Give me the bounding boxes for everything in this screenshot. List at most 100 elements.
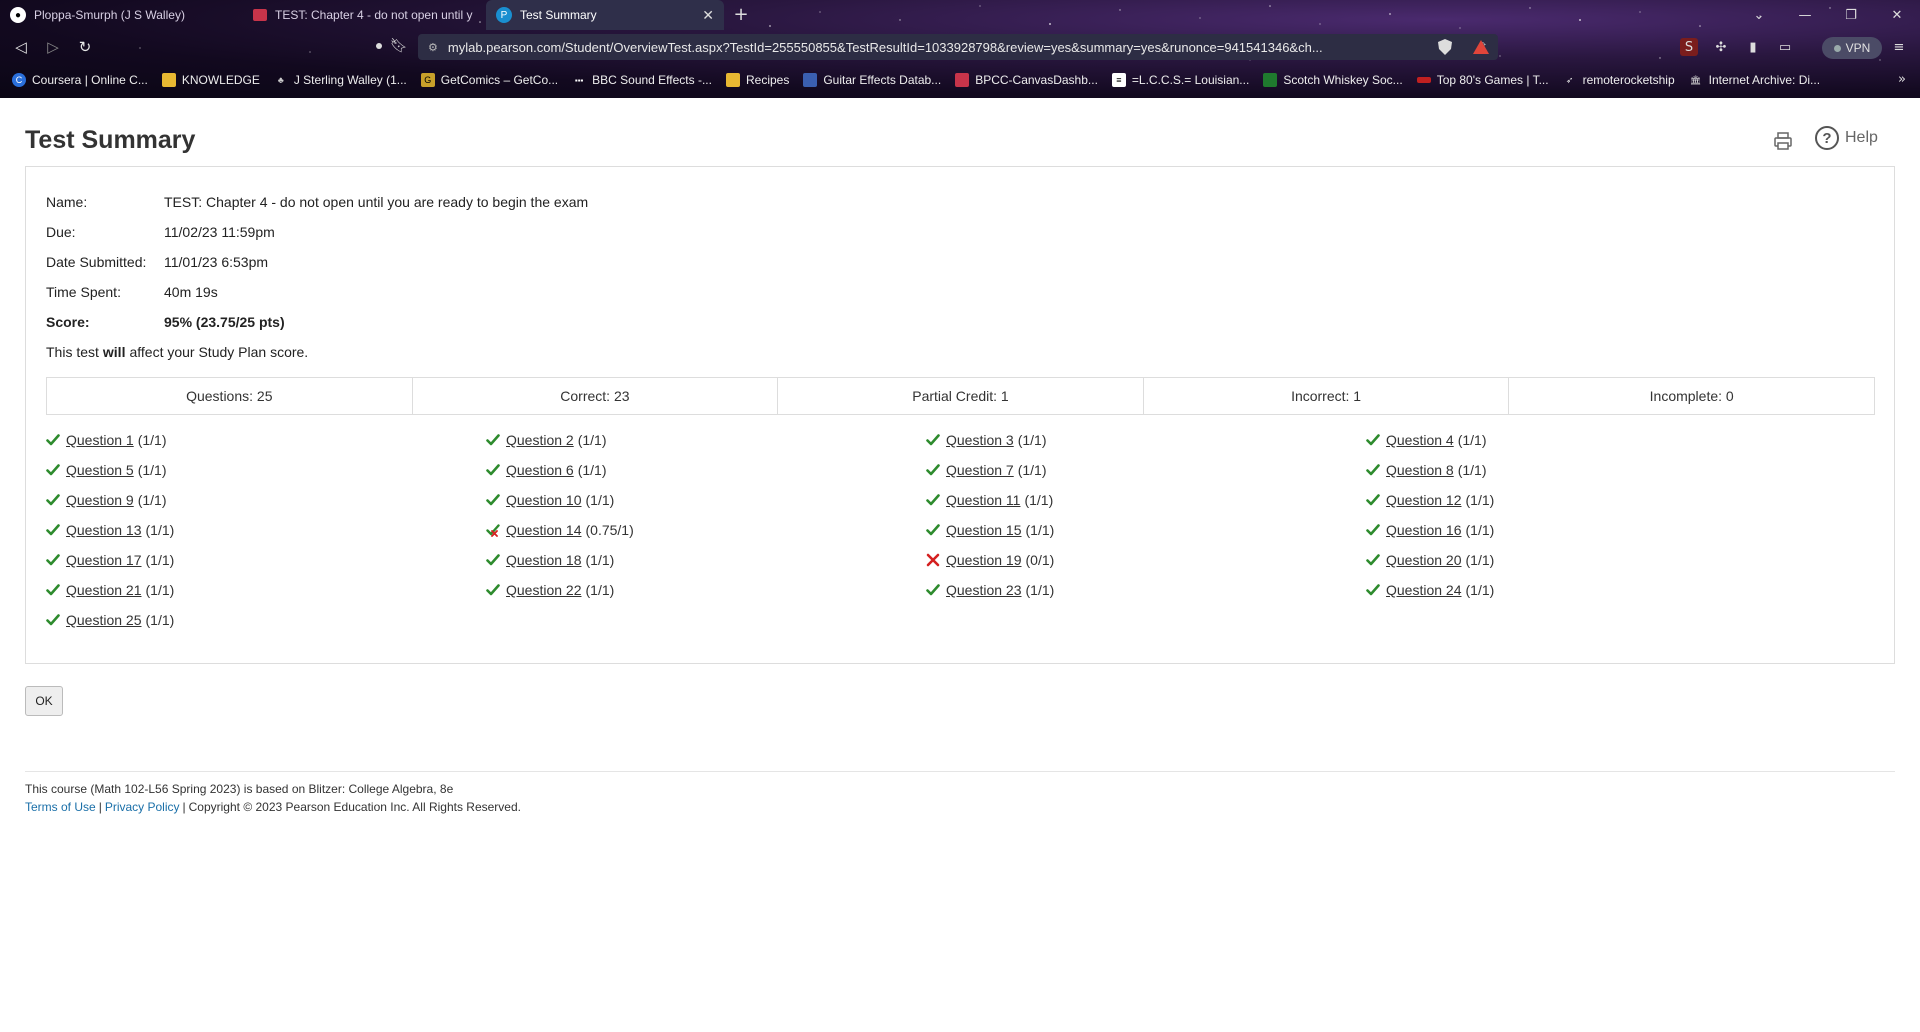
question-link[interactable]: Question 17 (66, 552, 142, 568)
tab-title: Test Summary (520, 8, 597, 22)
print-icon[interactable] (1772, 130, 1794, 152)
question-link[interactable]: Question 25 (66, 612, 142, 628)
info-score-row: Score: 95% (23.75/25 pts) (46, 314, 285, 330)
bookmark-getcomics[interactable]: G GetComics – GetCo... (420, 73, 558, 87)
url-text[interactable]: mylab.pearson.com/Student/OverviewTest.a… (448, 40, 1470, 55)
tree-icon: ♣ (277, 75, 284, 85)
sidebar-icon[interactable]: ▮ (1744, 38, 1762, 56)
bookmarks-bar: C Coursera | Online C... KNOWLEDGE ♣ J Ste… (0, 68, 1920, 92)
question-link[interactable]: Question 9 (66, 492, 134, 508)
minimize-icon[interactable]: — (1782, 8, 1828, 23)
question-link[interactable]: Question 8 (1386, 462, 1454, 478)
tab-github[interactable]: ● Ploppa-Smurph (J S Walley) (0, 0, 240, 30)
question-score: (1/1) (1465, 492, 1495, 508)
question-link[interactable]: Question 3 (946, 432, 1014, 448)
question-link[interactable]: Question 4 (1386, 432, 1454, 448)
question-link[interactable]: Question 11 (946, 492, 1020, 508)
question-link[interactable]: Question 7 (946, 462, 1014, 478)
reload-icon[interactable]: ↻ (74, 36, 96, 58)
question-link[interactable]: Question 16 (1386, 522, 1462, 538)
brave-shield-icon[interactable] (1436, 38, 1454, 56)
checkmark-icon (46, 492, 66, 508)
question-link[interactable]: Question 12 (1386, 492, 1462, 508)
question-link[interactable]: Question 19 (946, 552, 1022, 568)
bookmark-lccs[interactable]: ≡ =L.C.C.S.= Louisian... (1111, 73, 1249, 87)
bookmark-icon[interactable]: 🔖︎ (390, 38, 408, 54)
checkmark-icon (926, 522, 946, 538)
bookmark-top-80s-games[interactable]: Top 80's Games | T... (1416, 73, 1549, 87)
question-score: (1/1) (1465, 552, 1495, 568)
question-score: (1/1) (577, 432, 607, 448)
wallet-icon[interactable]: ▭ (1776, 38, 1794, 56)
close-tab-icon[interactable]: ✕ (702, 7, 714, 24)
question-link[interactable]: Question 5 (66, 462, 134, 478)
checkmark-icon (926, 492, 946, 508)
question-link[interactable]: Question 14 (506, 522, 582, 538)
checkmark-icon (1366, 462, 1386, 478)
bookmark-knowledge[interactable]: KNOWLEDGE (161, 73, 260, 87)
bookmark-internet-archive[interactable]: 🏛︎ Internet Archive: Di... (1689, 73, 1820, 87)
pearson-icon (253, 9, 267, 21)
bookmark-recipes[interactable]: Recipes (725, 73, 789, 87)
question-item: Question 6 (1/1) (486, 455, 926, 485)
question-link[interactable]: Question 1 (66, 432, 134, 448)
question-link[interactable]: Question 6 (506, 462, 574, 478)
bookmark-scotch-whiskey[interactable]: Scotch Whiskey Soc... (1263, 73, 1403, 87)
new-tab-icon[interactable]: + (730, 4, 752, 26)
forward-icon[interactable]: ▷ (42, 36, 64, 58)
close-window-icon[interactable]: ✕ (1874, 8, 1920, 23)
privacy-link[interactable]: Privacy Policy (105, 800, 180, 814)
question-score: (1/1) (1017, 432, 1047, 448)
brave-rewards-icon[interactable] (1472, 38, 1490, 56)
chevron-down-icon[interactable]: ⌄ (1736, 8, 1782, 23)
extension-s-icon[interactable]: S (1680, 38, 1698, 56)
checkmark-icon (486, 582, 506, 598)
question-item: Question 12 (1/1) (1366, 485, 1806, 515)
bookmark-sterling-walley[interactable]: ♣ J Sterling Walley (1... (274, 73, 407, 87)
question-link[interactable]: Question 2 (506, 432, 574, 448)
info-submitted-row: Date Submitted: 11/01/23 6:53pm (46, 254, 269, 270)
question-link[interactable]: Question 13 (66, 522, 142, 538)
vpn-button[interactable]: VPN (1822, 37, 1882, 59)
stats-bar: Questions: 25 Correct: 23 Partial Credit… (46, 377, 1875, 415)
menu-icon[interactable]: ≡ (1890, 38, 1908, 56)
folder-icon (161, 73, 176, 87)
bookmark-bpcc-canvas[interactable]: BPCC-CanvasDashb... (955, 73, 1098, 87)
extensions-puzzle-icon[interactable]: ✣ (1712, 38, 1730, 56)
ok-button[interactable]: OK (25, 686, 63, 716)
help-button[interactable]: ? Help (1815, 126, 1878, 150)
question-link[interactable]: Question 21 (66, 582, 142, 598)
restore-icon[interactable]: ❐ (1828, 8, 1874, 23)
address-bar[interactable]: ⚙ mylab.pearson.com/Student/OverviewTest… (418, 34, 1498, 60)
bookmarks-overflow-icon[interactable]: » (1898, 72, 1906, 87)
copyright-text: Copyright © 2023 Pearson Education Inc. … (188, 800, 521, 814)
question-link[interactable]: Question 10 (506, 492, 582, 508)
test-name: TEST: Chapter 4 - do not open until you … (164, 194, 589, 210)
back-icon[interactable]: ◁ (10, 36, 32, 58)
bookmark-remoterocketship[interactable]: ➶ remoterocketship (1563, 73, 1675, 87)
question-link[interactable]: Question 20 (1386, 552, 1462, 568)
site-info-icon[interactable]: ⚙ (428, 41, 438, 54)
scotch-icon (1263, 73, 1278, 87)
stat-incomplete: Incomplete: 0 (1649, 388, 1734, 404)
question-link[interactable]: Question 24 (1386, 582, 1462, 598)
question-item: Question 4 (1/1) (1366, 425, 1806, 455)
checkmark-icon (46, 612, 66, 628)
tab-test-chapter-4[interactable]: TEST: Chapter 4 - do not open until yo (243, 0, 483, 30)
terms-link[interactable]: Terms of Use (25, 800, 96, 814)
question-item: Question 14 (0.75/1) (486, 515, 926, 545)
stat-correct: Correct: 23 (413, 378, 779, 414)
bookmark-bbc-sound[interactable]: ▪▪▪ BBC Sound Effects -... (572, 73, 712, 87)
guitar-effects-icon (803, 73, 818, 87)
question-link[interactable]: Question 15 (946, 522, 1022, 538)
page-title: Test Summary (25, 126, 196, 154)
question-link[interactable]: Question 23 (946, 582, 1022, 598)
question-link[interactable]: Question 22 (506, 582, 582, 598)
question-link[interactable]: Question 18 (506, 552, 582, 568)
tab-test-summary[interactable]: P Test Summary ✕ (486, 0, 724, 30)
bookmark-guitar-effects[interactable]: Guitar Effects Datab... (803, 73, 941, 87)
bookmark-coursera[interactable]: C Coursera | Online C... (12, 73, 148, 87)
question-item: Question 16 (1/1) (1366, 515, 1806, 545)
github-icon: ● (10, 7, 26, 23)
checkmark-icon (926, 462, 946, 478)
